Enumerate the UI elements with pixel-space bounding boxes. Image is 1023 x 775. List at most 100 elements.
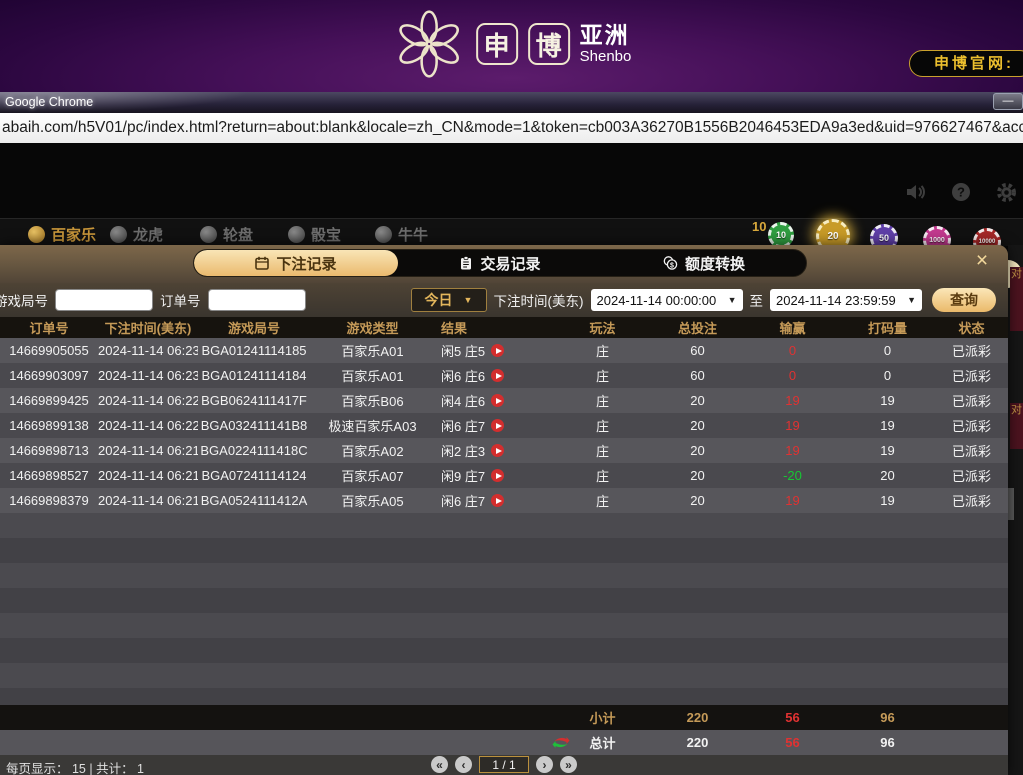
tab-2[interactable]: 交易记录 — [398, 250, 602, 276]
result-text: 闲2 庄3 — [441, 444, 486, 459]
cell-game-type: 极速百家乐A03 — [328, 419, 417, 434]
search-button[interactable]: 查询 — [932, 288, 996, 312]
replay-play-icon[interactable] — [491, 419, 505, 432]
replay-play-icon[interactable] — [491, 344, 505, 357]
filter-bar: 游戏局号 订单号 今日 ▼ 下注时间(美东) 2024-11-14 00:00:… — [0, 283, 1008, 317]
summary-winloss: 56 — [785, 710, 800, 725]
tab-3[interactable]: $ 额度转换 — [602, 250, 806, 276]
cell-turnover: 19 — [880, 493, 895, 508]
cell-status: 已派彩 — [951, 394, 991, 409]
play-triangle — [495, 472, 502, 479]
game-nav-item-2[interactable]: 龙虎 — [110, 224, 163, 245]
cell-status: 已派彩 — [951, 344, 991, 359]
help-icon[interactable]: ? — [950, 181, 972, 203]
cell-bet-time: 2024-11-14 06:23 — [98, 343, 198, 358]
col-header: 结果 — [441, 321, 468, 336]
replay-play-icon[interactable] — [491, 494, 505, 507]
cell-game-type: 百家乐A07 — [341, 469, 404, 484]
game-category-icon — [288, 226, 305, 243]
settings-gear-icon[interactable] — [995, 181, 1017, 203]
address-bar[interactable]: abaih.com/h5V01/pc/index.html?return=abo… — [0, 113, 1023, 144]
window-title: Google Chrome — [5, 95, 94, 109]
chrome-titlebar[interactable]: Google Chrome — — [0, 92, 1023, 113]
minimize-button[interactable]: — — [993, 93, 1023, 110]
brand-wordmark: 亚洲 Shenbo — [579, 22, 632, 65]
chevron-down-icon: ▼ — [907, 295, 916, 305]
play-triangle — [495, 397, 502, 404]
flower-logo-icon — [398, 10, 459, 78]
col-header: 订单号 — [29, 321, 69, 336]
game-round-input[interactable] — [55, 289, 153, 311]
game-nav-item-1[interactable]: 百家乐 — [28, 224, 96, 245]
app-toolbar: ? — [905, 181, 1017, 203]
date-to-value: 2024-11-14 23:59:59 — [776, 292, 896, 308]
subtotal-row: 小计 220 56 96 — [0, 705, 1008, 730]
play-triangle — [495, 372, 502, 379]
cell-order: 14669898379 — [9, 493, 89, 508]
brand-region: 亚洲 — [579, 22, 630, 48]
replay-play-icon[interactable] — [491, 394, 505, 407]
next-page-button[interactable]: › — [536, 756, 553, 773]
last-page-button[interactable]: » — [560, 756, 577, 773]
date-from-value: 2024-11-14 00:00:00 — [596, 292, 717, 308]
summary-turnover: 96 — [880, 710, 895, 725]
play-triangle — [495, 347, 502, 354]
game-nav-item-3[interactable]: 轮盘 — [200, 224, 253, 245]
tab-label: 下注记录 — [276, 255, 337, 273]
close-icon[interactable]: × — [970, 249, 994, 273]
chevron-down-icon: ▼ — [463, 295, 473, 305]
bet-time-label: 下注时间(美东) — [493, 294, 584, 309]
bet-records-modal: 下注记录 交易记录 $ 额度转换 × 游戏局号 订单号 今日 ▼ 下注时间(美东) 2… — [0, 245, 1008, 775]
cell-bet-time: 2024-11-14 06:22 — [98, 418, 198, 433]
cell-total-bet: 20 — [690, 393, 705, 408]
cell-result: 闲2 庄3 — [435, 441, 555, 460]
replay-play-icon[interactable] — [491, 369, 505, 382]
game-nav-label: 龙虎 — [133, 227, 164, 244]
volume-icon[interactable] — [905, 181, 927, 203]
cell-order: 14669899138 — [9, 418, 89, 433]
cell-bet-time: 2024-11-14 06:23 — [98, 368, 198, 383]
replay-play-icon[interactable] — [491, 469, 505, 482]
game-nav-item-4[interactable]: 骰宝 — [288, 224, 341, 245]
result-text: 闲6 庄6 — [441, 369, 486, 384]
brand-logo: 申 博 亚洲 Shenbo — [392, 4, 632, 84]
col-header: 状态 — [958, 321, 985, 336]
game-round-label: 游戏局号 — [0, 294, 48, 309]
cell-bet-time: 2024-11-14 06:21 — [98, 443, 198, 458]
date-to-input[interactable]: 2024-11-14 23:59:59 ▼ — [770, 289, 922, 311]
cell-result: 闲6 庄6 — [435, 366, 555, 385]
game-category-icon — [110, 226, 127, 243]
cell-total-bet: 20 — [690, 468, 705, 483]
date-range-select[interactable]: 今日 ▼ — [410, 288, 487, 312]
tab-1[interactable]: 下注记录 — [194, 250, 398, 276]
brand-char-shen: 申 — [475, 23, 518, 65]
cell-play-type: 庄 — [595, 444, 609, 459]
cell-play-type: 庄 — [595, 344, 609, 359]
col-header: 下注时间(美东) — [104, 321, 192, 336]
swap-refresh-icon[interactable] — [552, 736, 570, 749]
play-triangle — [495, 447, 502, 454]
modal-tabbar: 下注记录 交易记录 $ 额度转换 — [193, 249, 807, 277]
col-header: 输赢 — [779, 321, 806, 336]
cell-turnover: 0 — [883, 368, 892, 383]
official-site-button[interactable]: 申博官网: — [909, 50, 1023, 77]
cell-winloss: 19 — [785, 493, 800, 508]
svg-text:?: ? — [957, 185, 965, 200]
cell-game-round: BGB0624111417F — [201, 393, 307, 408]
game-nav-item-5[interactable]: 牛牛 — [375, 224, 428, 245]
play-triangle — [495, 422, 502, 429]
result-text: 闲6 庄7 — [441, 494, 486, 509]
order-number-input[interactable] — [207, 289, 306, 311]
replay-play-icon[interactable] — [491, 444, 505, 457]
to-label: 至 — [749, 294, 764, 309]
pagination: « ‹ 1 / 1 › » — [431, 756, 577, 773]
summary-winloss: 56 — [785, 735, 800, 750]
cell-game-round: BGA032411141B8 — [200, 418, 308, 433]
cell-result: 闲6 庄7 — [435, 416, 555, 435]
date-from-input[interactable]: 2024-11-14 00:00:00 ▼ — [590, 289, 743, 311]
prev-page-button[interactable]: ‹ — [455, 756, 472, 773]
cell-total-bet: 60 — [690, 343, 705, 358]
col-header: 游戏类型 — [346, 321, 399, 336]
first-page-button[interactable]: « — [431, 756, 448, 773]
cell-game-round: BGA0224111418C — [200, 443, 308, 458]
